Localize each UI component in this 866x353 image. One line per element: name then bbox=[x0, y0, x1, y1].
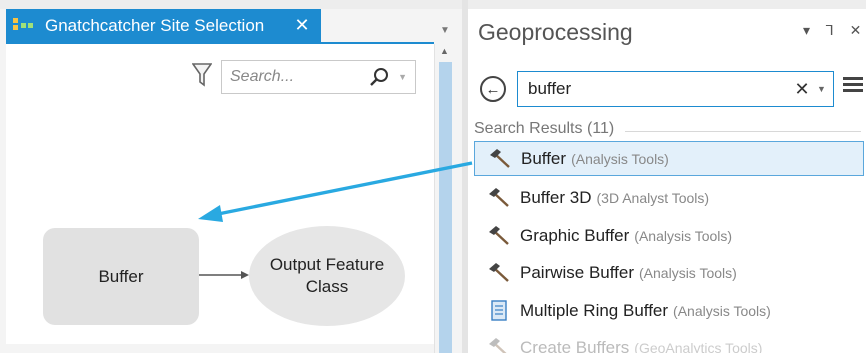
model-icon bbox=[13, 17, 39, 34]
pane-title: Geoprocessing bbox=[478, 19, 633, 45]
connector-arrow bbox=[199, 271, 249, 279]
search-icon[interactable] bbox=[368, 66, 390, 88]
script-icon bbox=[491, 299, 507, 321]
scroll-up-icon[interactable]: ▲ bbox=[440, 46, 449, 56]
chevron-down-icon[interactable]: ▼ bbox=[817, 84, 833, 94]
filter-icon[interactable] bbox=[192, 62, 212, 88]
hammer-icon bbox=[489, 225, 509, 245]
pane-top-strip bbox=[468, 0, 866, 9]
result-item-multiple-ring-buffer[interactable]: Multiple Ring Buffer (Analysis Tools) bbox=[474, 293, 864, 328]
result-item-buffer-3d[interactable]: Buffer 3D (3D Analyst Tools) bbox=[474, 180, 864, 215]
hammer-icon bbox=[489, 262, 509, 282]
search-value: buffer bbox=[528, 79, 572, 98]
chevron-down-icon[interactable]: ▼ bbox=[440, 25, 450, 36]
divider bbox=[625, 131, 861, 132]
model-builder-pane: Gnatchcatcher Site Selection ✕ ▼ Search.… bbox=[0, 0, 462, 353]
result-item-pairwise-buffer[interactable]: Pairwise Buffer (Analysis Tools) bbox=[474, 255, 864, 290]
chevron-down-icon[interactable]: ▼ bbox=[398, 72, 407, 82]
tab-gnatchcatcher-site-selection[interactable]: Gnatchcatcher Site Selection ✕ bbox=[6, 9, 321, 42]
clear-icon[interactable]: ✕ bbox=[791, 79, 813, 100]
close-icon[interactable]: ✕ bbox=[291, 15, 313, 36]
search-input[interactable]: Search... ▼ bbox=[221, 60, 416, 94]
result-item-create-buffers[interactable]: Create Buffers (GeoAnalytics Tools) bbox=[474, 330, 864, 353]
tab-title: Gnatchcatcher Site Selection bbox=[45, 15, 265, 35]
result-item-buffer[interactable]: Buffer (Analysis Tools) bbox=[474, 141, 864, 176]
output-feature-class-node[interactable]: Output Feature Class bbox=[249, 226, 405, 326]
pane-window-controls[interactable]: ▾ ⅂ ✕ bbox=[803, 22, 866, 39]
geoprocessing-pane: Geoprocessing ▾ ⅂ ✕ ← buffer ✕ ▼ Search … bbox=[468, 0, 866, 353]
pane-top-strip bbox=[0, 0, 462, 9]
arrow-left-icon: ← bbox=[485, 80, 501, 98]
buffer-tool-node[interactable]: Buffer bbox=[43, 228, 199, 325]
menu-icon[interactable] bbox=[843, 77, 863, 93]
result-item-graphic-buffer[interactable]: Graphic Buffer (Analysis Tools) bbox=[474, 218, 864, 253]
output-node-label: Output Feature Class bbox=[269, 255, 385, 296]
hammer-icon bbox=[489, 337, 508, 353]
hammer-icon bbox=[490, 148, 510, 168]
tool-search-input[interactable]: buffer ✕ ▼ bbox=[517, 71, 834, 107]
hammer-icon bbox=[489, 187, 509, 207]
search-results-header: Search Results (11) bbox=[474, 120, 615, 137]
back-button[interactable]: ← bbox=[480, 76, 506, 102]
buffer-node-label: Buffer bbox=[98, 266, 144, 286]
search-placeholder: Search... bbox=[230, 68, 295, 85]
scrollbar-thumb[interactable] bbox=[439, 62, 452, 353]
